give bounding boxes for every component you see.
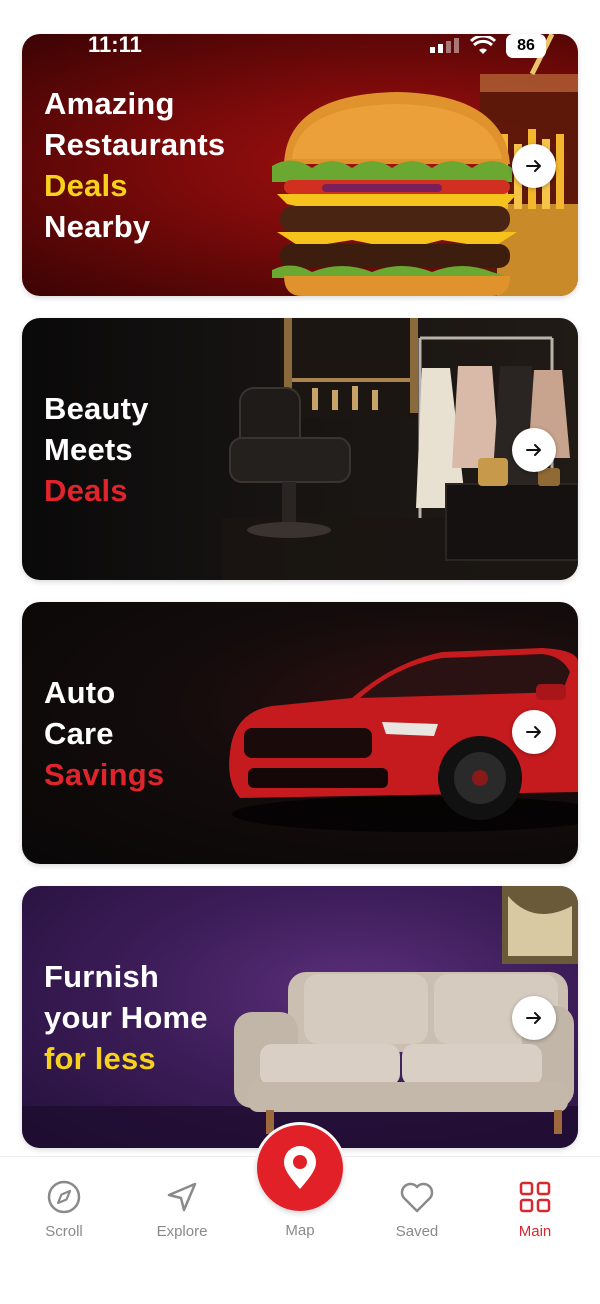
card-title-highlight: Deals [44,168,128,203]
auto-card-title: Auto Care Savings [44,602,164,864]
app-screen: 11:11 86 Amazing Restaurants Deals Nearb… [0,0,600,1304]
map-pin-icon [284,1146,316,1189]
nav-item-scroll[interactable]: Scroll [19,1179,109,1240]
restaurants-arrow-button[interactable] [512,144,556,188]
nav-label-saved: Saved [395,1223,439,1240]
nav-item-explore[interactable]: Explore [137,1179,227,1240]
card-title-line: Care [44,715,114,751]
battery-level: 86 [517,37,535,54]
card-title-line: Furnish [44,958,160,994]
battery-indicator: 86 [506,34,546,58]
beauty-arrow-button[interactable] [512,428,556,472]
furnish-arrow-button[interactable] [512,996,556,1040]
status-time: 11:11 [88,32,142,57]
map-button[interactable] [257,1125,343,1211]
nav-label-explore: Explore [156,1223,208,1240]
beauty-deals-card[interactable]: Beauty Meets Deals [22,318,578,580]
card-title-line: Nearby [44,209,151,244]
nav-label-map: Map [285,1222,315,1239]
card-title-line: Restaurants [44,127,226,162]
grid-icon [517,1179,553,1215]
nav-label-main: Main [518,1223,552,1240]
signal-icon [430,38,459,53]
card-title-line: Auto [44,674,116,710]
arrow-right-icon [526,1012,541,1024]
compass-icon [46,1179,82,1215]
card-title-line: Beauty [44,390,149,426]
card-title-highlight: for less [44,1040,156,1076]
furnish-card-title: Furnish your Home for less [44,886,208,1148]
arrow-right-icon [526,160,541,172]
arrow-right-icon [526,726,541,738]
heart-icon [399,1179,435,1215]
navigation-arrow-icon [164,1179,200,1215]
auto-arrow-button[interactable] [512,710,556,754]
card-title-line: Meets [44,431,133,467]
status-icons: 86 [430,34,546,58]
restaurants-deals-card[interactable]: Amazing Restaurants Deals Nearby [22,34,578,296]
wifi-icon [470,36,496,54]
nav-label-scroll: Scroll [45,1223,83,1240]
status-bar: 11:11 86 [22,30,578,60]
card-title-line: your Home [44,999,208,1035]
furnish-home-card[interactable]: Furnish your Home for less [22,886,578,1148]
card-title-highlight: Deals [44,472,128,508]
auto-care-card[interactable]: Auto Care Savings [22,602,578,864]
beauty-card-title: Beauty Meets Deals [44,318,149,580]
card-title-line: Amazing [44,86,175,121]
map-button-container [254,1122,346,1214]
card-title-highlight: Savings [44,756,165,792]
arrow-right-icon [526,444,541,456]
nav-item-saved[interactable]: Saved [372,1179,462,1240]
nav-item-main[interactable]: Main [490,1179,580,1240]
restaurants-card-title: Amazing Restaurants Deals Nearby [44,34,225,296]
